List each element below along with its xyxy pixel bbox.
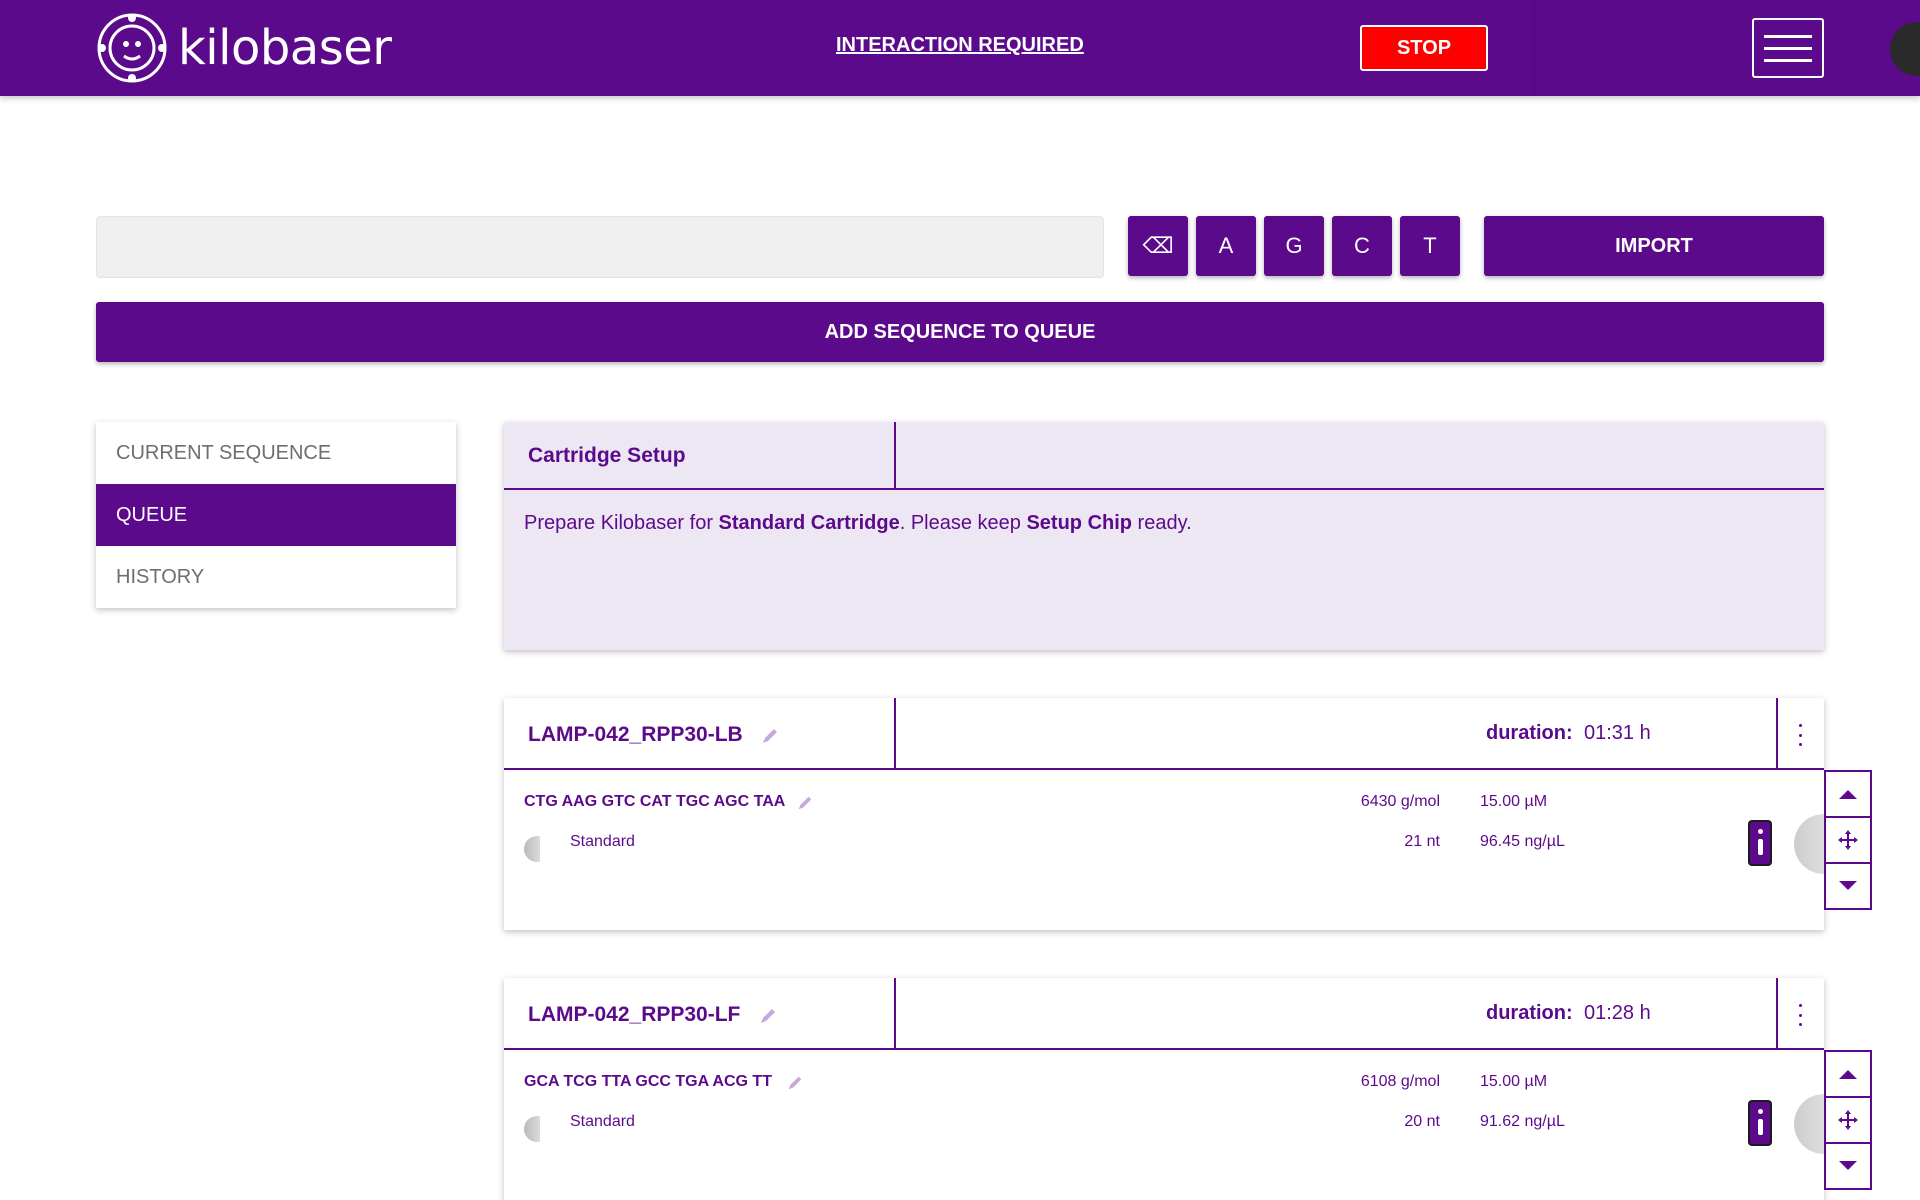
menu-line [1764, 58, 1812, 62]
menu-line [1764, 46, 1812, 50]
sequence-name: LAMP-042_RPP30-LF [528, 1003, 741, 1026]
card-header: Cartridge Setup [504, 422, 1824, 490]
edit-name-pencil-icon[interactable] [758, 1006, 778, 1026]
queue-item: LAMP-042_RPP30-LF duration: 01:28 h GCA … [504, 978, 1854, 1200]
add-sequence-to-queue-button[interactable]: ADD SEQUENCE TO QUEUE [96, 302, 1824, 362]
duration-label: duration: [1486, 1002, 1573, 1024]
move-drag-button[interactable] [1826, 818, 1870, 864]
move-up-button[interactable] [1826, 1052, 1870, 1098]
synthesis-type: Standard [570, 833, 635, 850]
duration-value: 01:28 h [1584, 1002, 1651, 1024]
more-options-icon[interactable] [1796, 1004, 1804, 1026]
info-icon[interactable] [1748, 1100, 1772, 1146]
molecular-weight: 6430 g/mol [1360, 793, 1440, 810]
molecular-weight: 6108 g/mol [1360, 1073, 1440, 1090]
side-nav: CURRENT SEQUENCE QUEUE HISTORY [96, 422, 456, 608]
divider [894, 698, 896, 770]
key-a[interactable]: A [1196, 216, 1256, 276]
edit-sequence-pencil-icon[interactable] [786, 1074, 804, 1092]
move-down-button[interactable] [1826, 864, 1870, 908]
setup-text-part: . Please keep [899, 512, 1027, 534]
caret-down-icon [1839, 1161, 1857, 1170]
setup-instructions: Prepare Kilobaser for Standard Cartridge… [524, 512, 1192, 535]
kilobaser-logo-icon [97, 13, 167, 83]
edit-name-pencil-icon[interactable] [760, 726, 780, 746]
queue-item-header: LAMP-042_RPP30-LB duration: 01:31 h [504, 698, 1824, 770]
caret-up-icon [1839, 790, 1857, 799]
sequence-input[interactable] [96, 216, 1104, 278]
interaction-required-link[interactable]: INTERACTION REQUIRED [836, 34, 1084, 57]
divider [1776, 698, 1778, 770]
caret-down-icon [1839, 881, 1857, 890]
key-c[interactable]: C [1332, 216, 1392, 276]
caret-up-icon [1839, 1070, 1857, 1079]
queue-item: LAMP-042_RPP30-LB duration: 01:31 h CTG … [504, 698, 1854, 930]
brand-name: kilobaser [178, 20, 392, 76]
mass-concentration: 91.62 ng/µL [1480, 1113, 1565, 1130]
reorder-controls [1824, 1050, 1872, 1190]
divider [894, 422, 896, 490]
cartridge-setup-card: Cartridge Setup Prepare Kilobaser for St… [504, 422, 1824, 650]
move-down-button[interactable] [1826, 1144, 1870, 1188]
sequence-length: 21 nt [1404, 833, 1440, 850]
concentration: 15.00 µM [1480, 793, 1548, 810]
sequence-text: GCA TCG TTA GCC TGA ACG TT [524, 1073, 772, 1090]
divider [1776, 978, 1778, 1050]
sequence-name: LAMP-042_RPP30-LB [528, 723, 743, 746]
status-indicator-icon [524, 836, 540, 862]
stop-button[interactable]: STOP [1360, 25, 1488, 71]
sequence-length: 20 nt [1404, 1113, 1440, 1130]
setup-text-part: ready. [1132, 512, 1192, 534]
brand-logo[interactable]: kilobaser [96, 12, 392, 84]
import-button[interactable]: IMPORT [1484, 216, 1824, 276]
key-t[interactable]: T [1400, 216, 1460, 276]
nav-current-sequence[interactable]: CURRENT SEQUENCE [96, 422, 456, 484]
more-options-icon[interactable] [1796, 724, 1804, 746]
top-bar: kilobaser INTERACTION REQUIRED STOP [0, 0, 1920, 96]
setup-chip: Setup Chip [1026, 512, 1132, 534]
move-drag-button[interactable] [1826, 1098, 1870, 1144]
avatar[interactable] [1890, 22, 1920, 76]
sequence-text: CTG AAG GTC CAT TGC AGC TAA [524, 793, 786, 810]
setup-text-part: Prepare Kilobaser for [524, 512, 719, 534]
duration-label: duration: [1486, 722, 1573, 744]
move-arrows-icon [1838, 1110, 1858, 1130]
card-title: Cartridge Setup [528, 444, 686, 467]
status-indicator-icon [524, 1116, 540, 1142]
move-up-button[interactable] [1826, 772, 1870, 818]
topbar-divider [1534, 0, 1535, 96]
hamburger-menu-button[interactable] [1752, 18, 1824, 78]
concentration: 15.00 µM [1480, 1073, 1548, 1090]
info-icon[interactable] [1748, 820, 1772, 866]
duration-value: 01:31 h [1584, 722, 1651, 744]
move-arrows-icon [1838, 830, 1858, 850]
synthesis-type: Standard [570, 1113, 635, 1130]
divider [894, 978, 896, 1050]
mass-concentration: 96.45 ng/µL [1480, 833, 1565, 850]
backspace-key[interactable]: ⌫ [1128, 216, 1188, 276]
key-g[interactable]: G [1264, 216, 1324, 276]
edit-sequence-pencil-icon[interactable] [796, 794, 814, 812]
nav-queue[interactable]: QUEUE [96, 484, 456, 546]
menu-line [1764, 34, 1812, 38]
queue-item-header: LAMP-042_RPP30-LF duration: 01:28 h [504, 978, 1824, 1050]
nav-history[interactable]: HISTORY [96, 546, 456, 608]
reorder-controls [1824, 770, 1872, 910]
cartridge-type: Standard Cartridge [718, 512, 900, 534]
